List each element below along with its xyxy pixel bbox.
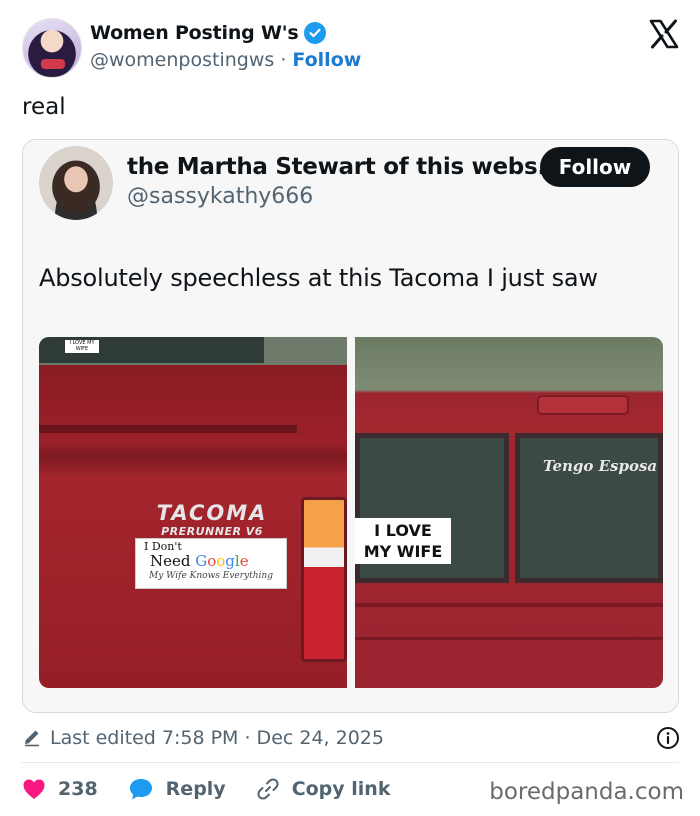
pencil-icon (25, 730, 39, 747)
truck-photo-left[interactable]: I LOVE MY WIFE TACOMA PRERUNNER V6 I Don… (39, 337, 347, 688)
reply-button[interactable]: Reply (128, 777, 226, 801)
reply-bubble-icon (129, 779, 152, 800)
i-love-my-wife-sticker: I LOVE MY WIFE (355, 518, 451, 564)
copy-link-button[interactable]: Copy link (256, 777, 391, 801)
author-handle[interactable]: @womenpostingws (90, 49, 274, 71)
quoted-author-avatar[interactable] (39, 146, 113, 220)
handle-separator: · (280, 49, 287, 71)
window-decal: Tengo Esposa (543, 457, 658, 475)
follow-link[interactable]: Follow (292, 49, 361, 71)
google-sticker: I Don't Need Google My Wife Knows Everyt… (135, 538, 287, 589)
window-sticker: I LOVE MY WIFE (65, 340, 99, 353)
divider (22, 762, 679, 763)
reply-label: Reply (165, 778, 226, 800)
copy-link-label: Copy link (291, 778, 391, 800)
quoted-tweet[interactable]: the Martha Stewart of this webs... @sass… (22, 139, 679, 713)
author-name[interactable]: Women Posting W's (90, 22, 299, 44)
action-bar: 238 Reply Copy link (22, 775, 420, 803)
quoted-follow-button[interactable]: Follow (540, 147, 650, 187)
tweet-header: Women Posting W's @womenpostingws · Foll… (22, 18, 682, 80)
verified-badge-icon (304, 22, 327, 44)
link-icon (257, 778, 279, 800)
like-button[interactable]: 238 (22, 778, 98, 800)
badge-main: TACOMA (156, 501, 268, 525)
author-avatar[interactable] (22, 18, 82, 78)
watermark: boredpanda.com (489, 779, 684, 805)
x-logo-icon[interactable] (648, 18, 680, 50)
quoted-author-name[interactable]: the Martha Stewart of this webs... (127, 154, 563, 180)
post-text: real (22, 94, 66, 120)
like-count: 238 (58, 778, 98, 800)
google-sticker-line3: My Wife Knows Everything (149, 571, 273, 581)
truck-photo-right[interactable]: Tengo Esposa I LOVE MY WIFE (355, 337, 663, 688)
edited-info: Last edited 7:58 PM · Dec 24, 2025 (22, 724, 682, 754)
badge-sub: PRERUNNER V6 (161, 525, 263, 538)
quoted-tweet-text: Absolutely speechless at this Tacoma I j… (39, 264, 598, 292)
tailgate-badge: TACOMA PRERUNNER V6 (137, 501, 287, 538)
taillight (301, 497, 347, 662)
info-icon[interactable] (656, 726, 680, 750)
google-sticker-line2: Need Google (150, 552, 249, 570)
last-edited-text[interactable]: Last edited 7:58 PM · Dec 24, 2025 (50, 727, 384, 749)
heart-icon (23, 779, 45, 799)
quoted-author-handle[interactable]: @sassykathy666 (127, 184, 313, 209)
